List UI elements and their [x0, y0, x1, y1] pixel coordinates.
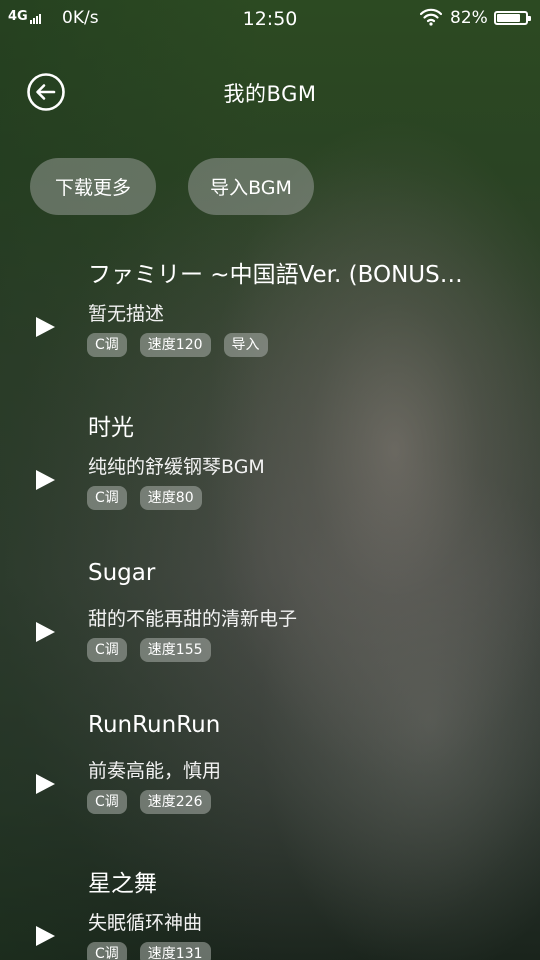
battery-icon — [494, 11, 531, 25]
battery-level — [497, 14, 520, 22]
key-tag: C调 — [87, 333, 127, 357]
song-title: 时光 — [88, 415, 134, 441]
song-tags: C调 速度226 — [87, 790, 211, 814]
key-tag: C调 — [87, 638, 127, 662]
tempo-tag: 速度155 — [139, 638, 211, 662]
tempo-tag: 速度131 — [139, 942, 211, 960]
song-item[interactable]: 时光 纯纯的舒缓钢琴BGM C调 速度80 — [0, 408, 540, 560]
song-item[interactable]: Sugar 甜的不能再甜的清新电子 C调 速度155 — [0, 560, 540, 712]
key-tag: C调 — [87, 486, 127, 510]
key-tag: C调 — [87, 942, 127, 960]
song-description: 甜的不能再甜的清新电子 — [88, 608, 298, 630]
song-description: 失眠循环神曲 — [88, 912, 203, 934]
song-tags: C调 速度155 — [87, 638, 211, 662]
song-title: ファミリー ~中国語Ver. (BONUS… — [88, 262, 463, 288]
play-icon[interactable] — [36, 317, 55, 337]
song-title: RunRunRun — [88, 712, 221, 738]
song-item[interactable]: 星之舞 失眠循环神曲 C调 速度131 — [0, 864, 540, 960]
battery-percent: 82% — [450, 8, 488, 28]
import-bgm-button[interactable]: 导入BGM — [188, 158, 314, 215]
play-icon[interactable] — [36, 470, 55, 490]
download-more-button[interactable]: 下载更多 — [30, 158, 156, 215]
play-icon[interactable] — [36, 926, 55, 946]
song-tags: C调 速度120 导入 — [87, 333, 268, 357]
song-title: Sugar — [88, 560, 156, 586]
song-item[interactable]: ファミリー ~中国語Ver. (BONUS… 暂无描述 C调 速度120 导入 — [0, 255, 540, 407]
import-tag: 导入 — [223, 333, 268, 357]
song-description: 纯纯的舒缓钢琴BGM — [88, 456, 265, 478]
song-item[interactable]: RunRunRun 前奏高能，慎用 C调 速度226 — [0, 712, 540, 864]
tempo-tag: 速度80 — [139, 486, 202, 510]
play-icon[interactable] — [36, 774, 55, 794]
song-tags: C调 速度131 — [87, 942, 211, 960]
page-title: 我的BGM — [223, 82, 317, 106]
song-title: 星之舞 — [88, 871, 157, 897]
song-description: 前奏高能，慎用 — [88, 760, 222, 782]
tempo-tag: 速度120 — [139, 333, 211, 357]
song-tags: C调 速度80 — [87, 486, 202, 510]
key-tag: C调 — [87, 790, 127, 814]
status-bar: 4G 0K/s 12:50 82% — [0, 0, 540, 36]
wifi-icon — [419, 8, 443, 31]
song-description: 暂无描述 — [88, 303, 165, 325]
play-icon[interactable] — [36, 622, 55, 642]
tempo-tag: 速度226 — [139, 790, 211, 814]
